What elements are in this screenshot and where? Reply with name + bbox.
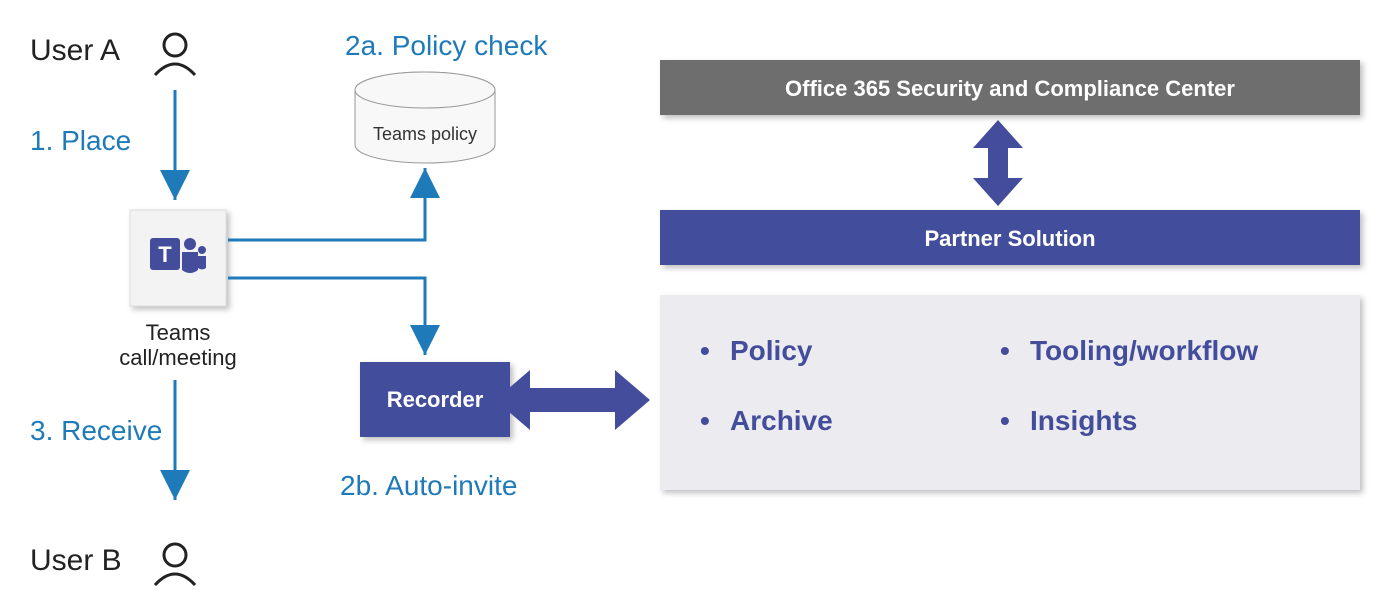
bullet-tooling: Tooling/workflow xyxy=(1030,335,1258,366)
arrow-auto-invite xyxy=(228,278,425,355)
step-1-label: 1. Place xyxy=(30,125,131,156)
teams-policy-label: Teams policy xyxy=(373,124,477,144)
bullet-insights: Insights xyxy=(1030,405,1137,436)
recorder-label: Recorder xyxy=(387,387,484,412)
compliance-label: Office 365 Security and Compliance Cente… xyxy=(785,76,1235,101)
double-arrow-recorder xyxy=(495,370,650,430)
teams-caption-2: call/meeting xyxy=(119,345,236,370)
user-b-icon xyxy=(155,544,195,585)
bullets-panel xyxy=(660,295,1360,490)
bullet-dot: • xyxy=(1000,335,1010,366)
teams-caption-1: Teams xyxy=(146,320,211,345)
user-b-label: User B xyxy=(30,544,122,577)
partner-label: Partner Solution xyxy=(924,226,1095,251)
teams-box: T xyxy=(130,210,226,306)
bullet-archive: Archive xyxy=(730,405,833,436)
step-3-label: 3. Receive xyxy=(30,415,162,446)
bullet-dot: • xyxy=(700,405,710,436)
teams-policy-cylinder: Teams policy xyxy=(355,72,495,163)
bullet-dot: • xyxy=(700,335,710,366)
step-2a-label: 2a. Policy check xyxy=(345,30,548,61)
step-2b-label: 2b. Auto-invite xyxy=(340,470,517,501)
bullet-dot: • xyxy=(1000,405,1010,436)
user-a-label: User A xyxy=(30,34,120,67)
arrow-policy-check xyxy=(228,168,425,240)
bullet-policy: Policy xyxy=(730,335,813,366)
svg-text:T: T xyxy=(158,242,172,267)
user-a-icon xyxy=(155,34,195,75)
double-arrow-vertical xyxy=(973,120,1023,206)
diagram-canvas: User A 1. Place T Teams call/meeting 3. … xyxy=(0,0,1381,601)
